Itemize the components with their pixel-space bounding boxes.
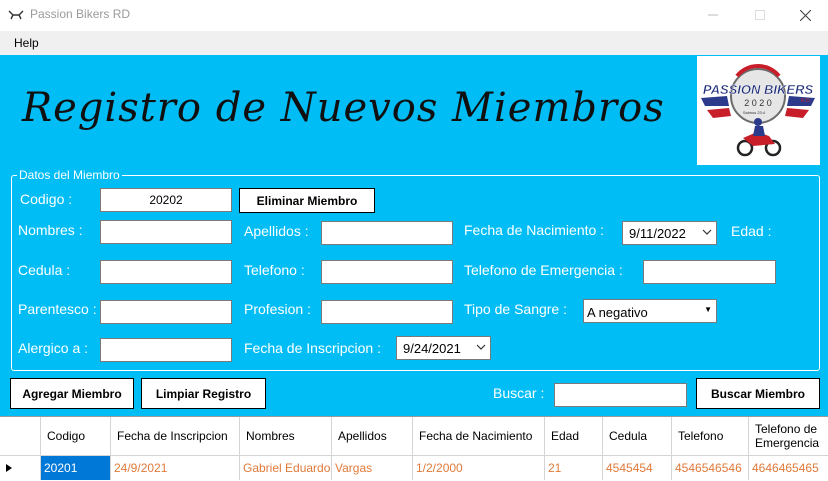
members-grid[interactable]: Codigo Fecha de Inscripcion Nombres Apel…	[0, 416, 828, 481]
grid-header-codigo[interactable]: Codigo	[41, 417, 111, 456]
apellidos-label: Apellidos :	[244, 223, 309, 239]
tipo-sangre-value: A negativo	[587, 305, 648, 320]
fecha-inscripcion-picker[interactable]: 9/24/2021	[396, 336, 491, 360]
table-cell-telefono[interactable]: 4546546546	[672, 456, 749, 480]
logo-text: PASSION BIKERS	[703, 82, 814, 97]
table-cell-nombres[interactable]: Gabriel Eduardo	[240, 456, 332, 480]
dropdown-arrow-icon: ▼	[704, 305, 712, 314]
parentesco-input[interactable]	[100, 300, 232, 324]
logo-motto: Salmos 23:4	[743, 110, 766, 115]
menu-help[interactable]: Help	[14, 36, 39, 50]
parentesco-label: Parentesco :	[18, 301, 97, 317]
grid-header-edad[interactable]: Edad	[545, 417, 603, 456]
fecha-nacimiento-label: Fecha de Nacimiento :	[464, 222, 605, 238]
group-title: Datos del Miembro	[17, 168, 122, 182]
fecha-inscripcion-value: 9/24/2021	[403, 341, 461, 356]
alergico-input[interactable]	[100, 338, 232, 362]
app-window: Passion Bikers RD Help Registro de Nuevo…	[0, 0, 828, 481]
codigo-label: Codigo :	[20, 191, 73, 207]
buscar-input[interactable]	[554, 383, 687, 407]
maximize-icon	[755, 10, 765, 20]
profesion-input[interactable]	[321, 300, 453, 324]
title-bar: Passion Bikers RD	[0, 0, 828, 30]
maximize-button[interactable]	[737, 0, 783, 30]
telefono-input[interactable]	[321, 260, 453, 284]
close-icon	[799, 9, 811, 21]
grid-header-apellidos[interactable]: Apellidos	[332, 417, 413, 456]
profesion-label: Profesion :	[244, 301, 311, 317]
minimize-button[interactable]	[690, 0, 736, 30]
tipo-sangre-select[interactable]: A negativo ▼	[583, 299, 717, 323]
fecha-nacimiento-picker[interactable]: 9/11/2022	[622, 221, 717, 245]
grid-header-cedula[interactable]: Cedula	[603, 417, 672, 456]
app-icon	[8, 10, 24, 20]
menu-bar: Help	[0, 31, 828, 55]
fecha-inscripcion-label: Fecha de Inscripcion :	[244, 340, 381, 356]
logo-sub: R.D.	[801, 98, 811, 104]
telefono-label: Telefono :	[244, 262, 305, 278]
table-cell-apellidos[interactable]: Vargas	[332, 456, 413, 480]
main-panel: Registro de Nuevos Miembros PASSION BIKE…	[0, 55, 828, 416]
page-title: Registro de Nuevos Miembros	[22, 85, 665, 131]
apellidos-input[interactable]	[321, 221, 453, 245]
agregar-miembro-button[interactable]: Agregar Miembro	[10, 378, 134, 409]
buscar-label: Buscar :	[493, 385, 545, 401]
table-cell-fecha-inscripcion[interactable]: 24/9/2021	[111, 456, 240, 480]
window-title: Passion Bikers RD	[30, 7, 131, 21]
minimize-icon	[708, 14, 718, 16]
codigo-input[interactable]: 20202	[100, 188, 232, 212]
fecha-nacimiento-value: 9/11/2022	[629, 226, 686, 241]
nombres-input[interactable]	[100, 220, 232, 244]
grid-header-telefono-emergencia[interactable]: Telefono de Emergencia	[749, 417, 828, 456]
alergico-label: Alergico a :	[18, 340, 89, 356]
table-cell-edad[interactable]: 21	[545, 456, 603, 480]
club-logo: PASSION BIKERS R.D. 2 0 2 0 Salmos 23:4	[697, 56, 820, 165]
logo-year: 2 0 2 0	[744, 98, 772, 108]
grid-header-nombres[interactable]: Nombres	[240, 417, 332, 456]
telefono-emergencia-label: Telefono de Emergencia :	[464, 262, 623, 278]
table-cell-codigo[interactable]: 20201	[41, 456, 111, 480]
current-row-arrow-icon	[6, 464, 12, 472]
table-cell-cedula[interactable]: 4545454	[603, 456, 672, 480]
grid-corner	[0, 417, 41, 456]
grid-header-telefono[interactable]: Telefono	[672, 417, 749, 456]
limpiar-registro-button[interactable]: Limpiar Registro	[141, 378, 266, 409]
chevron-down-icon	[702, 229, 712, 235]
row-selector[interactable]	[0, 456, 41, 480]
table-cell-telefono-emergencia[interactable]: 4646465465	[749, 456, 828, 480]
tipo-sangre-label: Tipo de Sangre :	[464, 301, 567, 317]
cedula-label: Cedula :	[18, 262, 71, 278]
eliminar-miembro-button[interactable]: Eliminar Miembro	[239, 188, 375, 213]
buscar-miembro-button[interactable]: Buscar Miembro	[696, 378, 820, 409]
chevron-down-icon	[476, 344, 486, 350]
close-button[interactable]	[782, 0, 828, 30]
telefono-emergencia-input[interactable]	[643, 260, 776, 284]
grid-header-fecha-nacimiento[interactable]: Fecha de Nacimiento	[413, 417, 545, 456]
table-cell-fecha-nacimiento[interactable]: 1/2/2000	[413, 456, 545, 480]
edad-label: Edad :	[731, 223, 772, 239]
grid-header-fecha-inscripcion[interactable]: Fecha de Inscripcion	[111, 417, 240, 456]
nombres-label: Nombres :	[18, 222, 83, 238]
cedula-input[interactable]	[100, 260, 232, 284]
